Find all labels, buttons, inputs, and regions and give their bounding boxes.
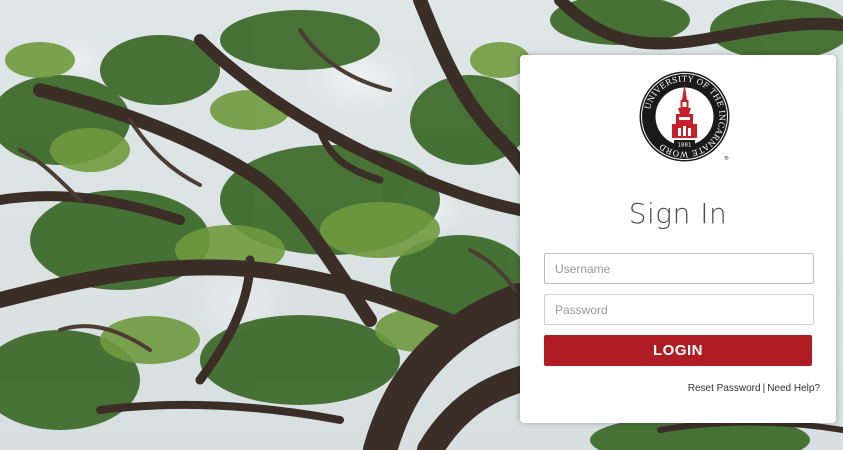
- seal-year: 1881: [678, 143, 692, 149]
- username-input[interactable]: [544, 253, 814, 284]
- sign-in-title: Sign In: [628, 197, 728, 230]
- login-card: UNIVERSITY OF THE INCARNATE WORD 1881 ® …: [520, 55, 836, 423]
- password-input[interactable]: [544, 294, 814, 325]
- need-help-link[interactable]: Need Help?: [767, 383, 820, 394]
- reset-password-link[interactable]: Reset Password: [688, 383, 761, 394]
- login-button[interactable]: LOGIN: [544, 335, 812, 366]
- registered-mark: ®: [724, 155, 729, 162]
- uiw-seal-icon: UNIVERSITY OF THE INCARNATE WORD 1881 ®: [639, 71, 730, 162]
- help-links: Reset Password | Need Help?: [688, 383, 820, 394]
